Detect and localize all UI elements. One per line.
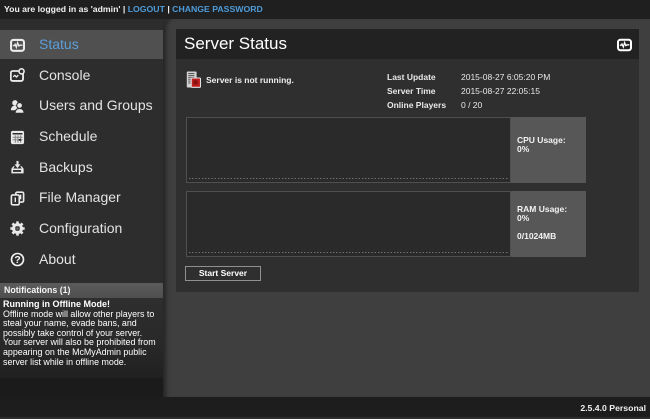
svg-text:?: ? [14,255,20,266]
